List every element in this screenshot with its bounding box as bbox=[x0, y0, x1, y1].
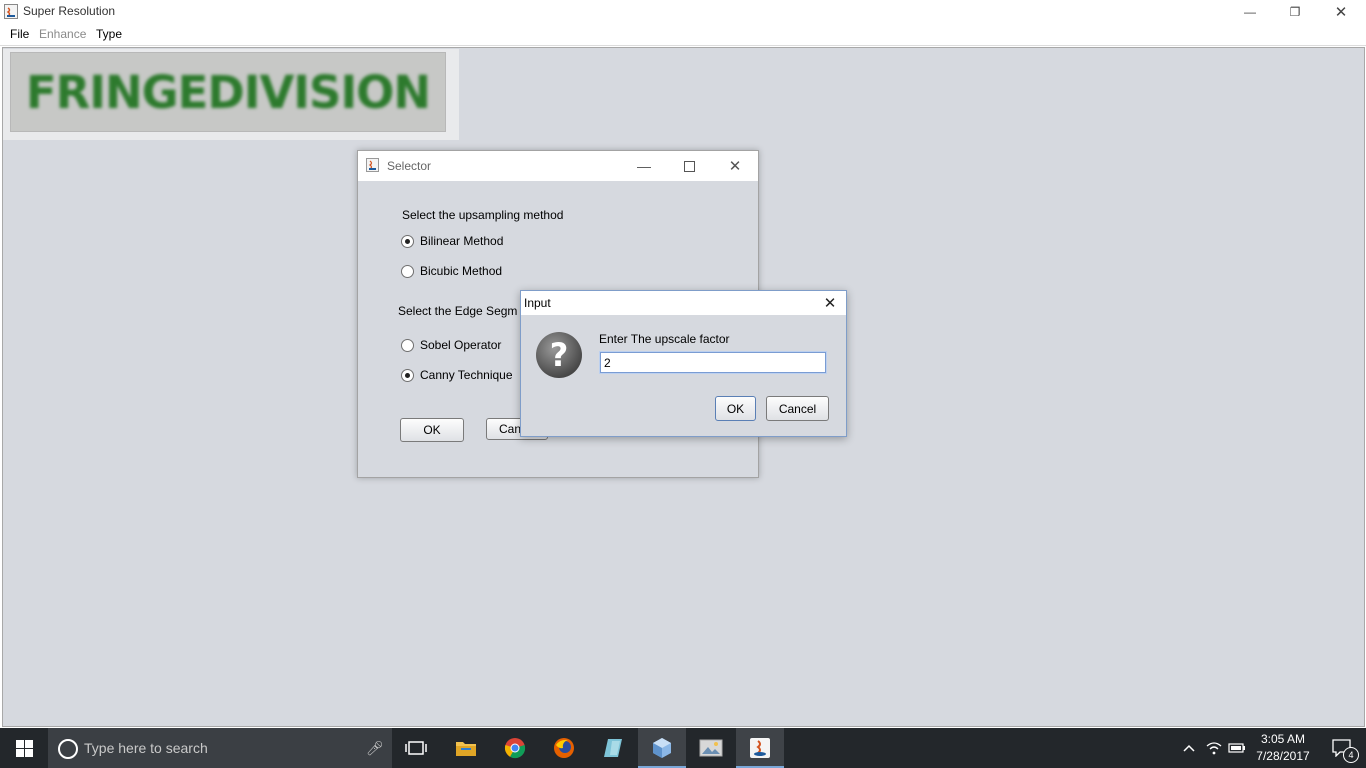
taskbar-clock[interactable]: 3:05 AM 7/28/2017 bbox=[1246, 731, 1320, 765]
window-title: Super Resolution bbox=[23, 4, 116, 18]
input-close-button[interactable]: ✕ bbox=[818, 293, 842, 313]
radio-sobel-indicator[interactable] bbox=[401, 339, 414, 352]
radio-canny-label[interactable]: Canny Technique bbox=[420, 368, 513, 382]
java-app-icon bbox=[4, 4, 18, 19]
restore-button[interactable]: ❐ bbox=[1272, 0, 1318, 24]
action-center-button[interactable]: 4 bbox=[1322, 728, 1362, 768]
tray-network[interactable] bbox=[1203, 728, 1225, 768]
minimize-icon: — bbox=[637, 158, 651, 174]
wifi-icon bbox=[1206, 742, 1222, 755]
firefox-icon bbox=[554, 738, 574, 758]
taskbar-virtualbox[interactable] bbox=[638, 728, 686, 768]
menu-bar: File Enhance Type bbox=[0, 24, 1366, 46]
chevron-up-icon bbox=[1183, 744, 1195, 752]
search-placeholder: Type here to search bbox=[84, 740, 208, 756]
upsampling-label: Select the upsampling method bbox=[402, 208, 564, 222]
radio-sobel-label[interactable]: Sobel Operator bbox=[420, 338, 501, 352]
radio-bilinear-label[interactable]: Bilinear Method bbox=[420, 234, 503, 248]
minimize-button[interactable]: — bbox=[1227, 0, 1273, 24]
notification-count-badge: 4 bbox=[1343, 747, 1359, 763]
file-explorer-icon bbox=[456, 742, 476, 756]
radio-bilinear-indicator[interactable] bbox=[401, 235, 414, 248]
virtualbox-icon bbox=[653, 738, 671, 758]
radio-bicubic-label[interactable]: Bicubic Method bbox=[420, 264, 502, 278]
clock-time: 3:05 AM bbox=[1260, 732, 1306, 746]
selector-minimize-button[interactable]: — bbox=[622, 151, 666, 181]
selector-title: Selector bbox=[387, 159, 432, 173]
menu-file[interactable]: File bbox=[10, 27, 29, 41]
input-title: Input bbox=[524, 296, 551, 310]
cortana-icon bbox=[58, 739, 78, 759]
taskbar: Type here to search 🎤︎ 3:05 AM 7/28/2017… bbox=[0, 728, 1366, 768]
input-cancel-button[interactable]: Cancel bbox=[766, 396, 829, 421]
upscale-prompt: Enter The upscale factor bbox=[599, 332, 730, 346]
task-view-icon bbox=[405, 741, 427, 755]
close-button[interactable]: ✕ bbox=[1318, 0, 1364, 24]
chrome-icon bbox=[504, 738, 526, 759]
restore-icon: ❐ bbox=[1289, 5, 1301, 19]
menu-type[interactable]: Type bbox=[96, 27, 122, 41]
radio-bicubic-indicator[interactable] bbox=[401, 265, 414, 278]
menu-enhance[interactable]: Enhance bbox=[39, 27, 86, 41]
input-ok-button[interactable]: OK bbox=[715, 396, 756, 421]
tray-show-hidden-button[interactable] bbox=[1178, 728, 1200, 768]
selector-title-bar: Selector — ✕ bbox=[358, 151, 758, 181]
input-dialog: Input ✕ ? Enter The upscale factor OK Ca… bbox=[520, 290, 847, 437]
edge-segmentation-label: Select the Edge Segm bbox=[398, 304, 518, 318]
upscale-factor-input[interactable] bbox=[599, 351, 827, 374]
java-icon bbox=[750, 738, 770, 758]
close-icon: ✕ bbox=[823, 295, 837, 312]
microphone-icon[interactable]: 🎤︎ bbox=[366, 740, 384, 757]
battery-icon bbox=[1228, 743, 1245, 753]
task-view-button[interactable] bbox=[392, 728, 440, 768]
taskbar-search[interactable]: Type here to search 🎤︎ bbox=[48, 728, 392, 768]
selector-close-button[interactable]: ✕ bbox=[713, 151, 757, 181]
loaded-image: FRINGEDIVISION bbox=[10, 52, 446, 132]
maximize-icon bbox=[683, 160, 695, 172]
taskbar-app[interactable] bbox=[589, 728, 637, 768]
taskbar-java[interactable] bbox=[736, 728, 784, 768]
windows-icon bbox=[15, 739, 33, 757]
taskbar-image-viewer[interactable] bbox=[687, 728, 735, 768]
radio-canny-indicator[interactable] bbox=[401, 369, 414, 382]
taskbar-chrome[interactable] bbox=[491, 728, 539, 768]
taskbar-firefox[interactable] bbox=[540, 728, 588, 768]
selector-maximize-button[interactable] bbox=[667, 151, 711, 181]
close-icon: ✕ bbox=[1334, 4, 1348, 21]
clock-date: 7/28/2017 bbox=[1256, 749, 1310, 763]
tray-battery[interactable] bbox=[1226, 728, 1248, 768]
selector-ok-button[interactable]: OK bbox=[400, 418, 464, 442]
java-app-icon bbox=[366, 158, 379, 172]
question-icon: ? bbox=[536, 332, 582, 378]
taskbar-file-explorer[interactable] bbox=[442, 728, 490, 768]
close-icon: ✕ bbox=[728, 158, 742, 175]
app-icon bbox=[604, 739, 622, 757]
start-button[interactable] bbox=[0, 728, 48, 768]
main-title-bar: Super Resolution — ❐ ✕ bbox=[0, 0, 1366, 24]
minimize-icon: — bbox=[1244, 5, 1256, 19]
logo-text: FRINGEDIVISION bbox=[25, 65, 431, 119]
image-viewer-icon bbox=[699, 739, 723, 757]
input-title-bar: Input ✕ bbox=[521, 291, 846, 315]
